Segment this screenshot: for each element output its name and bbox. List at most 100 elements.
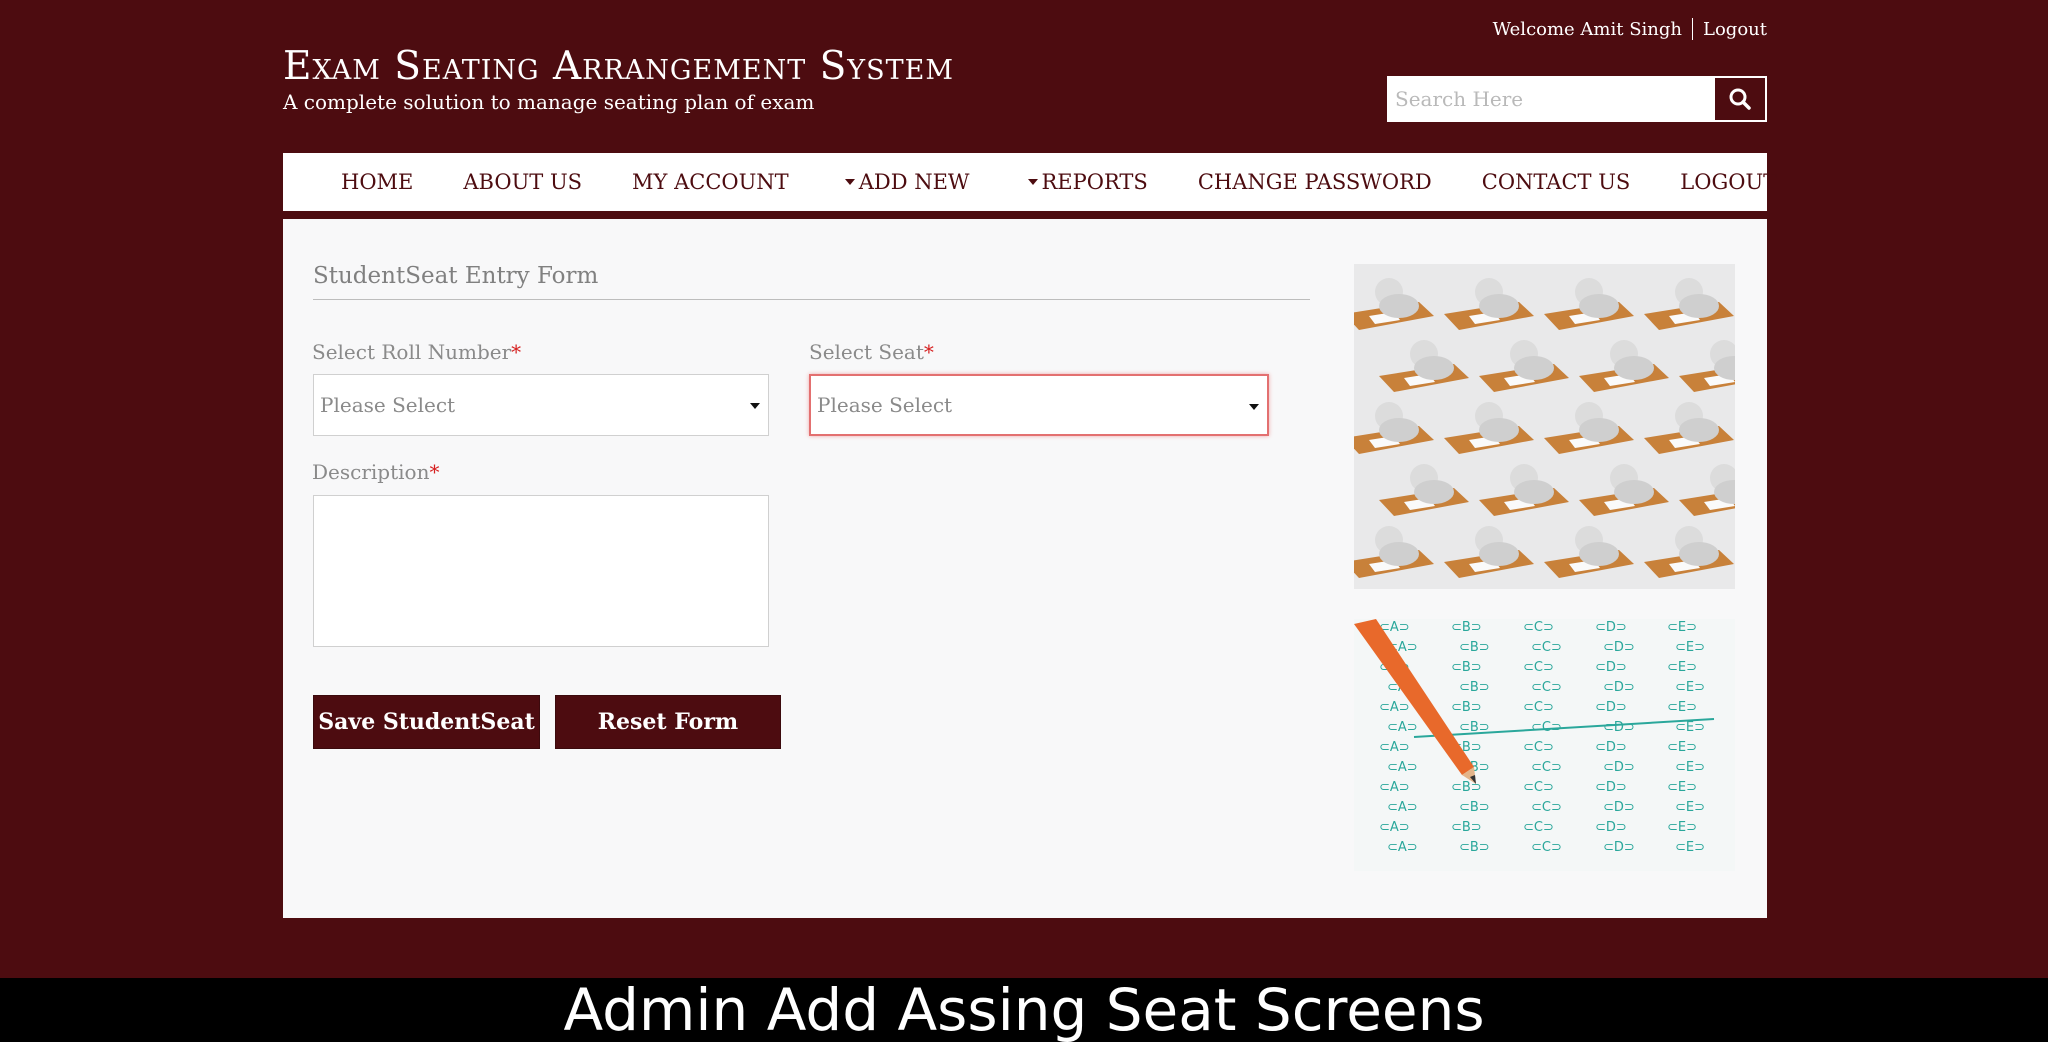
svg-text:⊂A⊃: ⊂A⊃ — [1379, 780, 1410, 795]
dropdown-arrow-icon — [750, 403, 760, 409]
label-text: Select Roll Number — [312, 340, 512, 364]
nav-label: ABOUT US — [463, 170, 583, 194]
svg-text:⊂D⊃: ⊂D⊃ — [1595, 620, 1627, 635]
svg-text:⊂B⊃: ⊂B⊃ — [1451, 820, 1482, 835]
select-value: Please Select — [817, 393, 953, 417]
seat-select[interactable]: Please Select — [809, 374, 1269, 436]
svg-text:⊂C⊃: ⊂C⊃ — [1523, 660, 1554, 675]
svg-text:⊂C⊃: ⊂C⊃ — [1523, 620, 1554, 635]
svg-text:⊂C⊃: ⊂C⊃ — [1531, 840, 1562, 855]
svg-text:⊂E⊃: ⊂E⊃ — [1667, 820, 1697, 835]
svg-text:⊂D⊃: ⊂D⊃ — [1595, 820, 1627, 835]
divider — [1692, 18, 1694, 40]
search-button[interactable] — [1715, 78, 1765, 120]
svg-text:⊂C⊃: ⊂C⊃ — [1531, 680, 1562, 695]
svg-text:⊂B⊃: ⊂B⊃ — [1451, 660, 1482, 675]
svg-text:⊂A⊃: ⊂A⊃ — [1379, 740, 1410, 755]
svg-text:⊂A⊃: ⊂A⊃ — [1379, 820, 1410, 835]
svg-text:⊂D⊃: ⊂D⊃ — [1595, 700, 1627, 715]
label-text: Description — [312, 460, 430, 484]
caret-down-icon — [1027, 179, 1038, 185]
svg-text:⊂E⊃: ⊂E⊃ — [1675, 640, 1705, 655]
nav-add-new-dropdown[interactable]: ADD NEW — [844, 170, 970, 194]
video-caption: Admin Add Assing Seat Screens — [0, 978, 2048, 1042]
svg-text:⊂B⊃: ⊂B⊃ — [1451, 620, 1482, 635]
nav-my-account[interactable]: MY ACCOUNT — [632, 170, 789, 194]
label-text: Select Seat — [809, 340, 924, 364]
svg-text:⊂E⊃: ⊂E⊃ — [1667, 700, 1697, 715]
answer-sheet-image: ⊂A⊃ ⊂B⊃ ⊂C⊃ ⊂D⊃ ⊂E⊃ ⊂A⊃ ⊂B⊃ ⊂C⊃ ⊂D⊃ ⊂E⊃ ⊂A⊃ ⊂B⊃ ⊂C⊃ ⊂… — [1354, 619, 1735, 871]
required-mark: * — [429, 460, 440, 484]
answer-sheet-illustration: ⊂A⊃ ⊂B⊃ ⊂C⊃ ⊂D⊃ ⊂E⊃ ⊂A⊃ ⊂B⊃ ⊂C⊃ ⊂D⊃ ⊂E⊃ ⊂A⊃ ⊂B⊃ ⊂C⊃ ⊂… — [1354, 619, 1735, 871]
search-input[interactable] — [1389, 78, 1715, 120]
site-brand: Exam Seating Arrangement System A comple… — [283, 44, 954, 114]
svg-text:⊂B⊃: ⊂B⊃ — [1459, 640, 1490, 655]
nav-about-us[interactable]: ABOUT US — [463, 170, 582, 194]
svg-text:⊂A⊃: ⊂A⊃ — [1387, 760, 1418, 775]
site-subtitle: A complete solution to manage seating pl… — [283, 90, 815, 114]
welcome-text: Welcome Amit Singh — [1492, 18, 1683, 40]
svg-text:⊂A⊃: ⊂A⊃ — [1379, 700, 1410, 715]
svg-text:⊂C⊃: ⊂C⊃ — [1523, 780, 1554, 795]
svg-text:⊂C⊃: ⊂C⊃ — [1523, 700, 1554, 715]
site-title: Exam Seating Arrangement System — [283, 44, 954, 89]
required-mark: * — [511, 340, 522, 364]
svg-text:⊂D⊃: ⊂D⊃ — [1603, 680, 1635, 695]
save-studentseat-button[interactable]: Save StudentSeat — [313, 695, 540, 749]
form-title: StudentSeat Entry Form — [313, 263, 1310, 300]
svg-text:⊂B⊃: ⊂B⊃ — [1459, 680, 1490, 695]
svg-text:⊂E⊃: ⊂E⊃ — [1667, 660, 1697, 675]
svg-text:⊂E⊃: ⊂E⊃ — [1667, 780, 1697, 795]
svg-text:⊂D⊃: ⊂D⊃ — [1603, 800, 1635, 815]
search-box — [1387, 76, 1767, 122]
svg-text:⊂D⊃: ⊂D⊃ — [1603, 640, 1635, 655]
svg-text:⊂E⊃: ⊂E⊃ — [1667, 740, 1697, 755]
nav-contact-us[interactable]: CONTACT US — [1482, 170, 1631, 194]
user-bar: Welcome Amit Singh Logout — [1493, 18, 1767, 40]
svg-text:⊂D⊃: ⊂D⊃ — [1595, 780, 1627, 795]
svg-text:⊂A⊃: ⊂A⊃ — [1387, 840, 1418, 855]
reset-form-button[interactable]: Reset Form — [555, 695, 781, 749]
svg-text:⊂D⊃: ⊂D⊃ — [1603, 840, 1635, 855]
select-value: Please Select — [320, 393, 456, 417]
svg-text:⊂B⊃: ⊂B⊃ — [1459, 840, 1490, 855]
description-textarea[interactable] — [313, 495, 769, 647]
nav-home[interactable]: HOME — [341, 170, 413, 194]
svg-text:⊂C⊃: ⊂C⊃ — [1523, 820, 1554, 835]
nav-label: CHANGE PASSWORD — [1197, 170, 1432, 194]
main-nav: HOME ABOUT US MY ACCOUNT ADD NEW REPORTS… — [283, 153, 1777, 211]
svg-text:⊂D⊃: ⊂D⊃ — [1595, 740, 1627, 755]
top-logout-link[interactable]: Logout — [1703, 19, 1767, 40]
nav-logout[interactable]: LOGOUT — [1680, 170, 1777, 194]
caret-down-icon — [844, 179, 855, 185]
content-panel: StudentSeat Entry Form Select Roll Numbe… — [283, 219, 1767, 918]
roll-number-select[interactable]: Please Select — [313, 374, 769, 436]
svg-text:⊂E⊃: ⊂E⊃ — [1675, 800, 1705, 815]
svg-text:⊂D⊃: ⊂D⊃ — [1603, 760, 1635, 775]
dropdown-arrow-icon — [1249, 404, 1259, 410]
svg-text:⊂B⊃: ⊂B⊃ — [1459, 800, 1490, 815]
svg-text:⊂A⊃: ⊂A⊃ — [1387, 720, 1418, 735]
search-icon — [1729, 88, 1751, 110]
nav-reports-dropdown[interactable]: REPORTS — [1027, 170, 1148, 194]
nav-label: ADD NEW — [858, 170, 970, 194]
nav-label: HOME — [341, 170, 414, 194]
svg-text:⊂C⊃: ⊂C⊃ — [1531, 640, 1562, 655]
svg-text:⊂D⊃: ⊂D⊃ — [1603, 720, 1635, 735]
svg-text:⊂E⊃: ⊂E⊃ — [1675, 680, 1705, 695]
svg-text:⊂D⊃: ⊂D⊃ — [1595, 660, 1627, 675]
seat-label: Select Seat* — [809, 340, 934, 364]
roll-number-label: Select Roll Number* — [312, 340, 521, 364]
nav-label: REPORTS — [1041, 170, 1148, 194]
svg-text:⊂A⊃: ⊂A⊃ — [1387, 800, 1418, 815]
svg-text:⊂B⊃: ⊂B⊃ — [1451, 780, 1482, 795]
svg-text:⊂E⊃: ⊂E⊃ — [1667, 620, 1697, 635]
nav-label: CONTACT US — [1481, 170, 1631, 194]
nav-label: LOGOUT — [1680, 170, 1778, 194]
svg-text:⊂C⊃: ⊂C⊃ — [1531, 760, 1562, 775]
description-label: Description* — [312, 460, 439, 484]
required-mark: * — [923, 340, 934, 364]
svg-text:⊂E⊃: ⊂E⊃ — [1675, 720, 1705, 735]
nav-change-password[interactable]: CHANGE PASSWORD — [1198, 170, 1432, 194]
exam-hall-image — [1354, 264, 1735, 589]
